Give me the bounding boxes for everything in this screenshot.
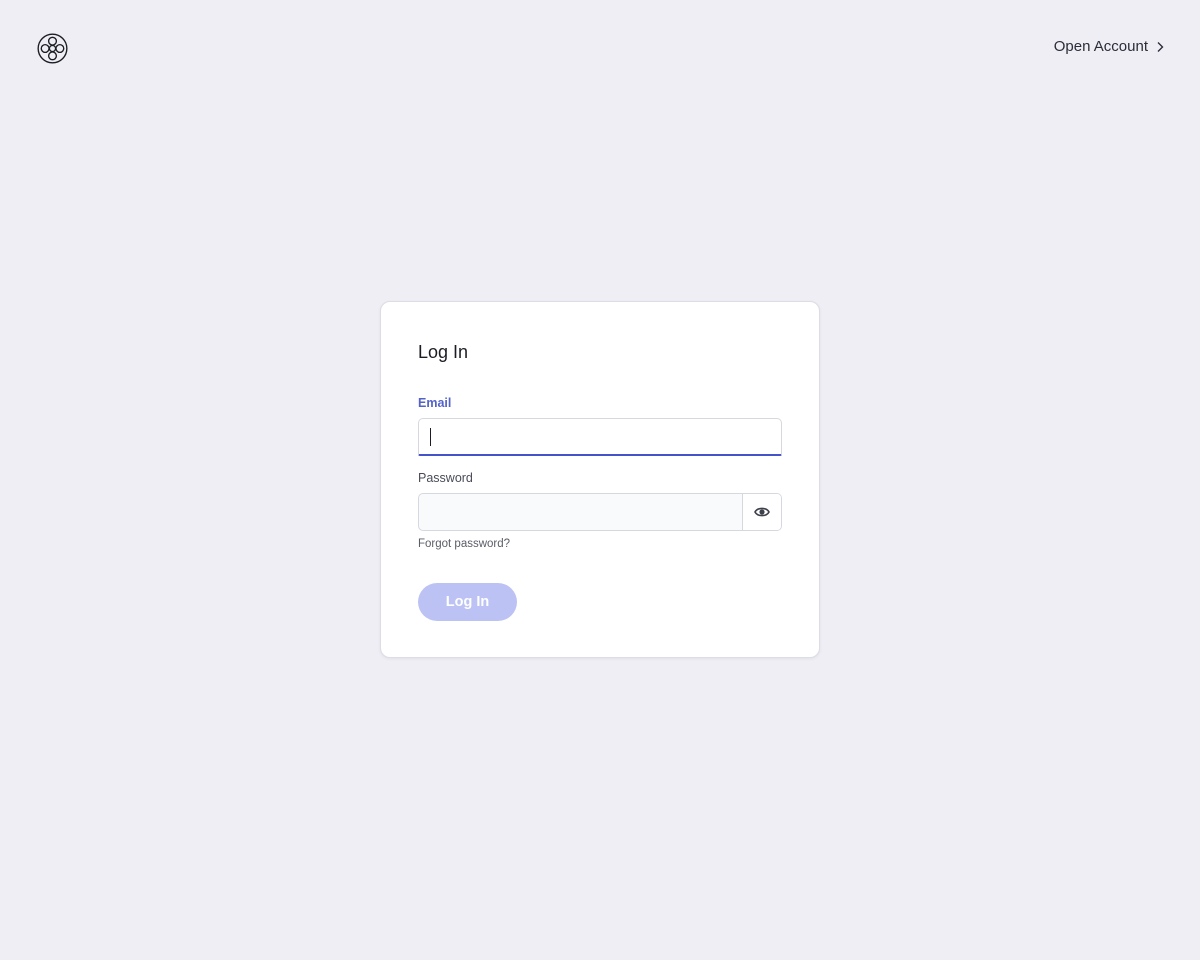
login-card: Log In Email Password Forgot password? L…: [380, 301, 820, 658]
eye-icon: [754, 507, 770, 517]
password-input[interactable]: [419, 494, 742, 530]
open-account-label: Open Account: [1053, 38, 1148, 55]
forgot-password-link[interactable]: Forgot password?: [418, 538, 510, 550]
card-title: Log In: [418, 342, 469, 362]
password-field: [418, 493, 782, 531]
chevron-right-icon: [1157, 41, 1164, 52]
password-label: Password: [418, 471, 473, 485]
text-caret: [430, 428, 431, 446]
ornamental-circle-logo-icon[interactable]: [37, 33, 68, 64]
email-input[interactable]: [418, 418, 782, 456]
email-label: Email: [418, 396, 452, 410]
show-password-button[interactable]: [742, 494, 781, 530]
open-account-link[interactable]: Open Account: [1054, 38, 1164, 55]
login-button[interactable]: Log In: [418, 583, 517, 621]
